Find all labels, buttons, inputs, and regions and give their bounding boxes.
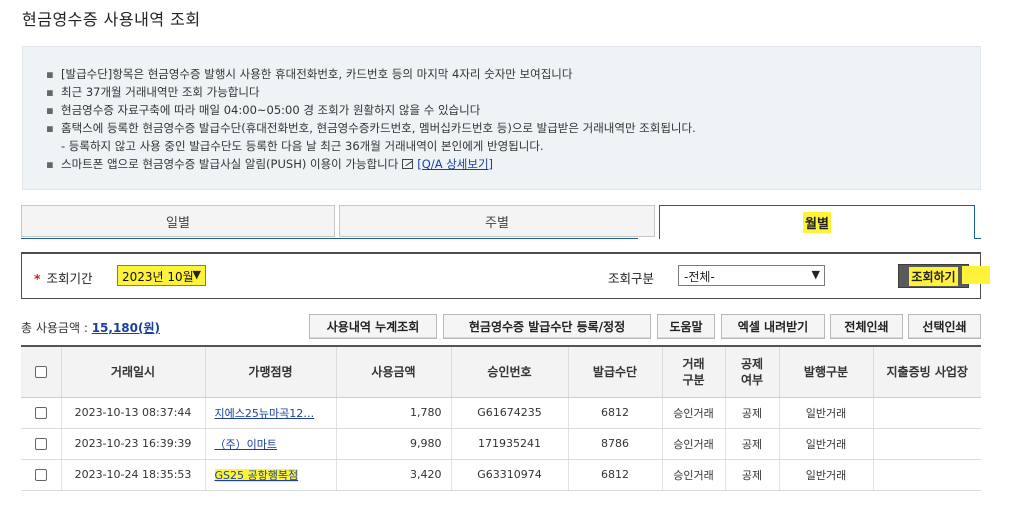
cell-date: 2023-10-13 08:37:44 [60, 397, 205, 429]
total-amount-value[interactable]: 15,180(원) [92, 321, 160, 335]
bullet-icon: ▪ [46, 157, 54, 171]
col-trade-type: 거래 구분 [661, 346, 725, 398]
col-date: 거래일시 [60, 346, 205, 398]
col-means: 발급수단 [567, 346, 662, 398]
cell-means: 6812 [567, 397, 662, 429]
help-button[interactable]: 도움말 [657, 314, 715, 339]
cell-deduct: 공제 [724, 428, 779, 460]
print-selected-button[interactable]: 선택인쇄 [908, 314, 981, 339]
excel-download-button[interactable]: 엑셀 내려받기 [721, 314, 825, 339]
notice-line: ▪ [발급수단]항목은 현금영수증 발행시 사용한 휴대전화번호, 카드번호 등의… [46, 67, 573, 81]
cell-amount: 9,980 [335, 428, 451, 460]
table-row: 2023-10-13 08:37:44 지에스25뉴마곡12… 1,780 G6… [21, 397, 981, 429]
bullet-icon: ▪ [46, 103, 54, 117]
notice-line: ▪ 스마트폰 앱으로 현금영수증 발급사실 알림(PUSH) 이용이 가능합니다[… [46, 157, 494, 171]
notice-line: ▪ 홈택스에 등록한 현금영수증 발급수단(휴대전화번호, 현금영수증카드번호, … [46, 121, 696, 135]
period-label: * 조회기간 [34, 271, 93, 286]
required-mark: * [34, 271, 41, 286]
table-row: 2023-10-24 18:35:53 GS25 공항행복점 3,420 G63… [21, 459, 981, 491]
col-business: 지출증빙 사업장 [872, 346, 981, 398]
cell-issue-type: 일반거래 [778, 459, 873, 491]
bullet-icon: ▪ [46, 85, 54, 99]
cumulative-query-button[interactable]: 사용내역 누계조회 [309, 314, 437, 339]
period-select[interactable]: 2023년 10월 ▼ [117, 265, 206, 286]
col-deduct: 공제 여부 [724, 346, 779, 398]
chevron-down-icon: ▼ [192, 268, 201, 281]
print-all-button[interactable]: 전체인쇄 [830, 314, 903, 339]
tab-monthly[interactable]: 월별 [659, 205, 975, 239]
col-approval: 승인번호 [450, 346, 568, 398]
chevron-down-icon: ▼ [811, 268, 820, 281]
notice-line: ▪ 현금영수증 자료구축에 따라 매일 04:00~05:00 경 조회가 원활하… [46, 103, 481, 117]
cell-amount: 3,420 [335, 459, 451, 491]
cell-deduct: 공제 [724, 397, 779, 429]
table-row: 2023-10-23 16:39:39 （주）이마트 9,980 1719352… [21, 428, 981, 460]
pencil-icon [402, 159, 414, 169]
row-checkbox[interactable] [34, 438, 47, 450]
notice-subline: - 등록하지 않고 사용 중인 발급수단도 등록한 다음 날 최근 36개월 거… [61, 139, 544, 153]
notice-line: ▪ 최근 37개월 거래내역만 조회 가능합니다 [46, 85, 260, 99]
merchant-link[interactable]: 지에스25뉴마곡12… [215, 407, 315, 420]
total-amount: 총 사용금액 : 15,180(원) [21, 321, 161, 335]
col-issue-type: 발행구분 [778, 346, 873, 398]
cell-business [872, 428, 981, 460]
cell-deduct: 공제 [724, 459, 779, 491]
type-select[interactable]: -전체- ▼ [678, 265, 825, 286]
cell-means: 6812 [567, 459, 662, 491]
cell-date: 2023-10-23 16:39:39 [60, 428, 205, 460]
merchant-link[interactable]: （주）이마트 [215, 438, 277, 451]
type-label: 조회구분 [608, 271, 655, 286]
page-title: 현금영수증 사용내역 조회 [22, 10, 201, 29]
cell-trade-type: 승인거래 [661, 459, 725, 491]
cell-issue-type: 일반거래 [778, 428, 873, 460]
period-tabs: 일별 주별 월별 [21, 205, 981, 239]
cell-approval: 171935241 [450, 428, 568, 460]
cell-business [872, 459, 981, 491]
cell-amount: 1,780 [335, 397, 451, 429]
transaction-table: 거래일시 가맹점명 사용금액 승인번호 발급수단 거래 구분 공제 여부 발행구분 … [21, 345, 981, 491]
cell-issue-type: 일반거래 [778, 397, 873, 429]
cell-approval: G61674235 [450, 397, 568, 429]
cell-business [872, 397, 981, 429]
notice-box: ▪ [발급수단]항목은 현금영수증 발행시 사용한 휴대전화번호, 카드번호 등의… [22, 46, 981, 190]
cell-trade-type: 승인거래 [661, 397, 725, 429]
cell-means: 8786 [567, 428, 662, 460]
cell-date: 2023-10-24 18:35:53 [60, 459, 205, 491]
highlight-mark [962, 266, 990, 284]
row-checkbox[interactable] [34, 469, 47, 481]
register-means-button[interactable]: 현금영수증 발급수단 등록/정정 [443, 314, 651, 339]
tab-divider [21, 238, 638, 239]
col-merchant: 가맹점명 [204, 346, 336, 398]
cell-approval: G63310974 [450, 459, 568, 491]
merchant-link[interactable]: GS25 공항행복점 [214, 468, 299, 482]
search-button-label: 조회하기 [909, 266, 958, 286]
bullet-icon: ▪ [46, 67, 54, 81]
col-amount: 사용금액 [335, 346, 451, 398]
select-all-checkbox[interactable] [34, 366, 47, 379]
tab-weekly[interactable]: 주별 [339, 205, 655, 237]
cell-trade-type: 승인거래 [661, 428, 725, 460]
table-header: 거래일시 가맹점명 사용금액 승인번호 발급수단 거래 구분 공제 여부 발행구분 … [21, 346, 981, 398]
search-button[interactable]: 조회하기 [898, 264, 969, 288]
qa-detail-link[interactable]: [Q/A 상세보기] [417, 157, 493, 171]
bullet-icon: ▪ [46, 121, 54, 135]
tab-divider [975, 238, 981, 239]
tab-daily[interactable]: 일별 [21, 205, 335, 237]
tab-monthly-label: 월별 [803, 212, 831, 233]
row-checkbox[interactable] [34, 407, 47, 419]
search-panel: * 조회기간 2023년 10월 ▼ 조회구분 -전체- ▼ 조회하기 [21, 252, 981, 299]
